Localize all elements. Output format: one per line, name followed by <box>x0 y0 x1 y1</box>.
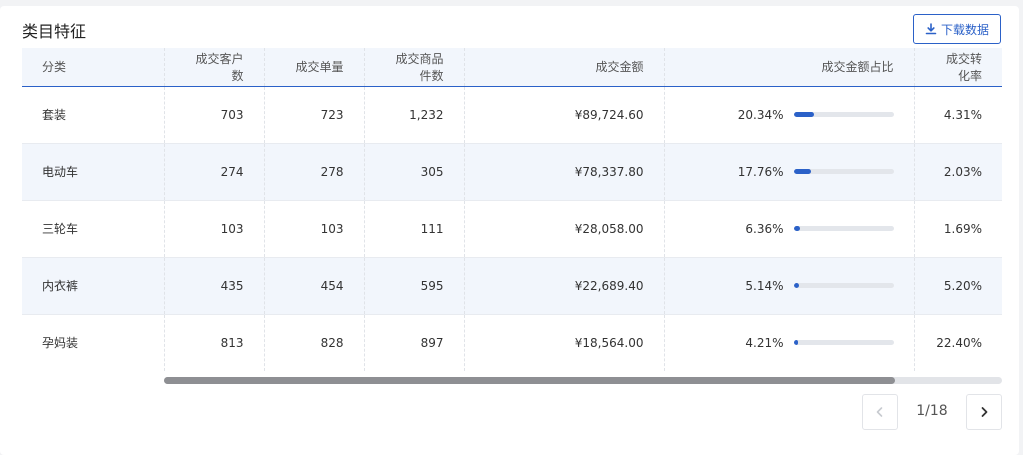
column-header-items[interactable]: 成交商品件数 <box>363 48 464 86</box>
cell-conversion: 2.03% <box>913 143 1002 200</box>
share-percent: 17.76% <box>737 164 784 179</box>
cell-category: 电动车 <box>42 165 79 179</box>
cell-items: 305 <box>363 143 464 200</box>
share-bar-fill <box>793 340 798 345</box>
share-bar <box>793 112 894 117</box>
download-icon <box>925 23 937 35</box>
cell-items: 1,232 <box>363 86 464 143</box>
table-row: 套装 703 723 1,232 ¥89,724.60 20.34% 4.31% <box>22 86 1002 143</box>
share-bar <box>793 169 894 174</box>
cell-customers: 435 <box>163 257 264 314</box>
chevron-right-icon <box>981 407 988 417</box>
chevron-left-icon <box>876 407 883 417</box>
cell-orders: 278 <box>263 143 364 200</box>
cell-items: 897 <box>363 314 464 371</box>
next-page-button[interactable] <box>966 394 1002 430</box>
share-percent: 5.14% <box>745 278 784 293</box>
share-bar-fill <box>793 169 812 174</box>
cell-amount: ¥18,564.00 <box>463 314 664 371</box>
share-percent: 4.21% <box>745 335 784 350</box>
section-title: 类目特征 <box>22 22 87 41</box>
cell-amount: ¥28,058.00 <box>463 200 664 257</box>
share-percent: 6.36% <box>745 221 784 236</box>
cell-conversion: 22.40% <box>913 314 1002 371</box>
share-bar <box>793 226 894 231</box>
cell-items: 111 <box>363 200 464 257</box>
cell-share: 20.34% <box>663 86 914 143</box>
cell-orders: 828 <box>263 314 364 371</box>
cell-customers: 813 <box>163 314 264 371</box>
share-bar <box>793 283 894 288</box>
cell-orders: 723 <box>263 86 364 143</box>
column-header-amount[interactable]: 成交金额 <box>463 48 664 86</box>
cell-customers: 703 <box>163 86 264 143</box>
cell-conversion: 1.69% <box>913 200 1002 257</box>
cell-items: 595 <box>363 257 464 314</box>
column-header-orders[interactable]: 成交单量 <box>263 48 364 86</box>
cell-share: 17.76% <box>663 143 914 200</box>
download-data-button[interactable]: 下载数据 <box>913 14 1001 44</box>
cell-share: 6.36% <box>663 200 914 257</box>
cell-category: 套装 <box>42 108 67 122</box>
share-bar-fill <box>793 226 800 231</box>
share-bar <box>793 340 894 345</box>
table-row: 三轮车 103 103 111 ¥28,058.00 6.36% 1.69% <box>22 200 1002 257</box>
cell-conversion: 5.20% <box>913 257 1002 314</box>
cell-conversion: 4.31% <box>913 86 1002 143</box>
cell-category: 孕妈装 <box>42 336 79 350</box>
cell-amount: ¥89,724.60 <box>463 86 664 143</box>
table-row: 电动车 274 278 305 ¥78,337.80 17.76% 2.03% <box>22 143 1002 200</box>
share-bar-fill <box>793 283 799 288</box>
download-data-label: 下载数据 <box>940 22 989 37</box>
cell-amount: ¥78,337.80 <box>463 143 664 200</box>
category-table-viewport: 分类 成交客户数 成交单量 成交商品件数 成交金额 成交金额占比 成交转化率 套… <box>22 48 1002 371</box>
cell-orders: 454 <box>263 257 364 314</box>
share-percent: 20.34% <box>737 107 784 122</box>
horizontal-scrollbar-thumb[interactable] <box>164 377 895 384</box>
cell-category: 内衣裤 <box>42 279 79 293</box>
cell-orders: 103 <box>263 200 364 257</box>
cell-customers: 274 <box>163 143 264 200</box>
share-bar-fill <box>793 112 814 117</box>
table-row: 孕妈装 813 828 897 ¥18,564.00 4.21% 22.40% <box>22 314 1002 371</box>
cell-category: 三轮车 <box>42 222 79 236</box>
column-header-share[interactable]: 成交金额占比 <box>663 48 914 86</box>
column-header-conversion[interactable]: 成交转化率 <box>913 48 1002 86</box>
cell-share: 4.21% <box>663 314 914 371</box>
previous-page-button[interactable] <box>862 394 898 430</box>
horizontal-scrollbar[interactable] <box>164 377 1002 384</box>
column-header-category: 分类 <box>42 60 67 75</box>
cell-amount: ¥22,689.40 <box>463 257 664 314</box>
category-table: 分类 成交客户数 成交单量 成交商品件数 成交金额 成交金额占比 成交转化率 套… <box>22 48 1002 371</box>
column-header-customers[interactable]: 成交客户数 <box>163 48 264 86</box>
table-row: 内衣裤 435 454 595 ¥22,689.40 5.14% 5.20% <box>22 257 1002 314</box>
cell-share: 5.14% <box>663 257 914 314</box>
table-header-row: 分类 成交客户数 成交单量 成交商品件数 成交金额 成交金额占比 成交转化率 <box>22 48 1002 86</box>
page-indicator: 1/18 <box>916 403 948 419</box>
cell-customers: 103 <box>163 200 264 257</box>
